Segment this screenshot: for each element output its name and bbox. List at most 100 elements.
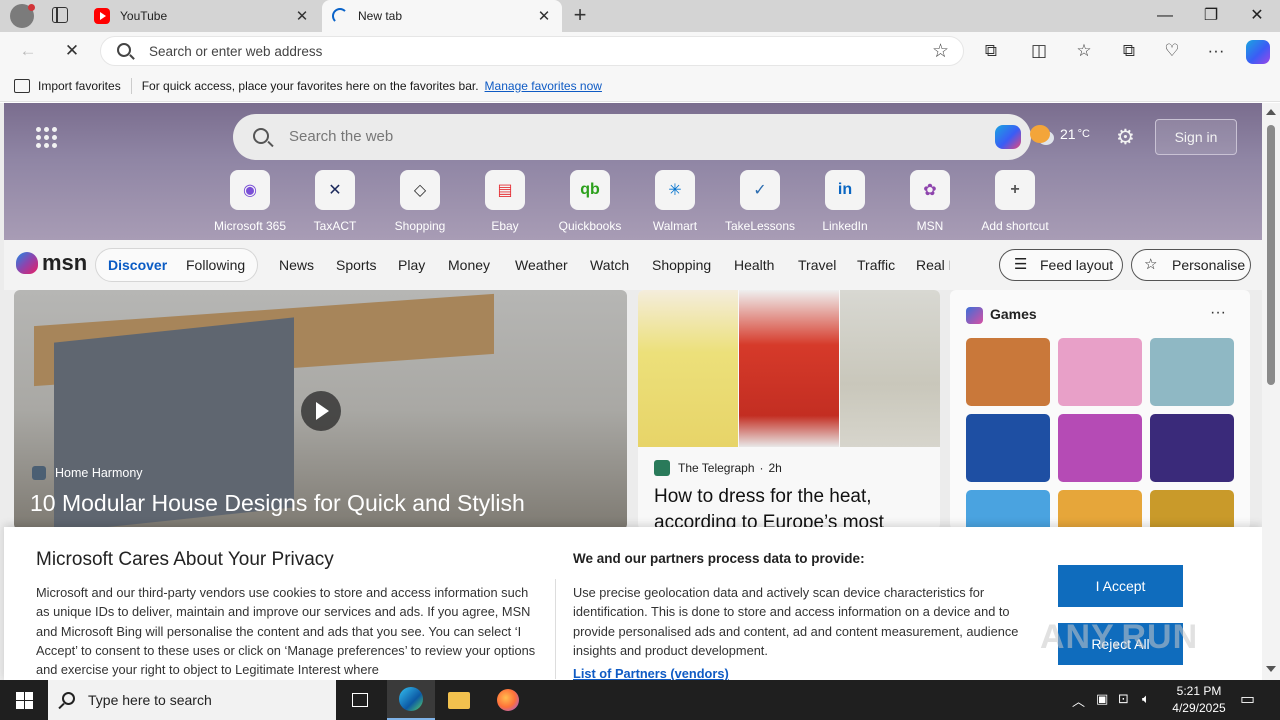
games-title[interactable]: Games (990, 306, 1037, 322)
more-menu-icon[interactable]: ··· (1202, 38, 1230, 64)
game-tile-bubble-shooter[interactable] (1150, 414, 1234, 482)
article-headline[interactable]: How to dress for the heat, according to … (654, 484, 934, 530)
hero-video-card[interactable]: Home Harmony 10 Modular House Designs fo… (14, 290, 627, 530)
import-favorites-button[interactable]: Import favorites (38, 79, 121, 93)
system-clock[interactable]: 5:21 PM 4/29/2025 (1166, 683, 1232, 717)
shortcut-linkedin[interactable]: in LinkedIn (805, 170, 885, 233)
sign-in-button[interactable]: Sign in (1155, 119, 1237, 155)
nav-play[interactable]: Play (398, 257, 425, 273)
clock-time: 5:21 PM (1176, 684, 1222, 698)
start-windows-icon[interactable] (0, 680, 48, 720)
volume-icon[interactable]: 🔈︎ (1142, 691, 1150, 707)
feed-layout-button[interactable]: ☰ Feed layout (999, 249, 1123, 281)
tab-following[interactable]: Following (186, 257, 245, 273)
notifications-icon[interactable]: ▭ (1240, 689, 1255, 709)
copilot-icon[interactable] (1246, 40, 1270, 64)
edge-taskbar-icon[interactable] (387, 680, 435, 720)
article-image-red-dress (739, 290, 839, 447)
address-bar[interactable]: ☆ (100, 36, 964, 66)
browser-essentials-icon[interactable]: ♡ (1158, 38, 1186, 64)
app-launcher-waffle-icon[interactable] (36, 127, 58, 149)
scroll-thumb[interactable] (1267, 125, 1275, 385)
search-icon (62, 692, 75, 705)
close-window-icon[interactable]: ✕ (1234, 0, 1280, 32)
more-options-icon[interactable]: ··· (1210, 304, 1226, 322)
shortcut-label: TakeLessons (724, 219, 796, 233)
nav-money[interactable]: Money (448, 257, 490, 273)
nav-travel[interactable]: Travel (798, 257, 836, 273)
shortcut-ebay[interactable]: ▤ Ebay (465, 170, 545, 233)
game-tile-blocks[interactable] (966, 414, 1050, 482)
nav-news[interactable]: News (279, 257, 314, 273)
hero-headline[interactable]: 10 Modular House Designs for Quick and S… (30, 490, 525, 517)
file-explorer-icon[interactable] (435, 680, 483, 720)
msn-logo[interactable]: msn (16, 250, 87, 276)
extensions-puzzle-icon[interactable]: ⧉ (977, 38, 1005, 64)
import-favorites-icon (14, 78, 30, 93)
device-icon[interactable]: ▣ (1096, 691, 1108, 707)
scroll-down-icon[interactable] (1266, 666, 1276, 672)
close-tab-icon[interactable]: ✕ (536, 7, 552, 25)
page-scrollbar[interactable] (1262, 103, 1280, 680)
tab-youtube[interactable]: YouTube ✕ (84, 0, 320, 32)
taskbar-search[interactable]: Type here to search (48, 680, 336, 720)
shortcut-takelessons[interactable]: ✓ TakeLessons (720, 170, 800, 233)
weather-widget[interactable]: 21 °C (1030, 125, 1090, 143)
tab-discover[interactable]: Discover (108, 257, 167, 273)
web-search-box[interactable]: Search the web (233, 114, 1031, 160)
favorites-icon[interactable]: ☆ (1070, 38, 1098, 64)
game-tile-3[interactable] (1150, 338, 1234, 406)
sliders-icon: ☰ (1014, 256, 1028, 273)
network-icon[interactable]: ⊡ (1118, 691, 1129, 707)
shortcut-walmart[interactable]: ✳ Walmart (635, 170, 715, 233)
hero-source-name: Home Harmony (55, 466, 143, 480)
stop-loading-icon[interactable]: ✕ (58, 38, 86, 64)
minimize-icon[interactable]: — (1142, 0, 1188, 32)
copilot-search-icon[interactable] (995, 125, 1021, 149)
game-tile-2[interactable] (1058, 338, 1142, 406)
divider (130, 77, 132, 94)
shortcut-quickbooks[interactable]: qb Quickbooks (550, 170, 630, 233)
manage-favorites-link[interactable]: Manage favorites now (485, 79, 602, 93)
partners-link[interactable]: List of Partners (vendors) (573, 666, 729, 681)
shortcut-shopping[interactable]: ◇ Shopping (380, 170, 460, 233)
nav-health[interactable]: Health (734, 257, 774, 273)
address-input[interactable] (149, 41, 909, 61)
restore-icon[interactable]: ❐ (1188, 0, 1234, 32)
msn-icon: ✿ (910, 170, 950, 210)
shortcut-label: Microsoft 365 (213, 219, 287, 233)
article-card[interactable]: The Telegraph · 2h How to dress for the … (638, 290, 940, 530)
scroll-up-icon[interactable] (1266, 109, 1276, 115)
firefox-icon[interactable] (484, 680, 532, 720)
shortcut-taxact[interactable]: ✕ TaxACT (295, 170, 375, 233)
msn-nav-bar: msn Discover Following News Sports Play … (4, 240, 1262, 290)
discover-following-toggle: Discover Following (95, 248, 258, 282)
favorite-star-icon[interactable]: ☆ (932, 40, 949, 63)
nav-weather[interactable]: Weather (515, 257, 568, 273)
nav-real-estate[interactable]: Real E (916, 257, 950, 273)
nav-traffic[interactable]: Traffic (857, 257, 895, 273)
nav-watch[interactable]: Watch (590, 257, 629, 273)
personalise-button[interactable]: ☆ Personalise (1131, 249, 1251, 281)
settings-gear-icon[interactable]: ⚙ (1116, 127, 1138, 149)
game-tile-makeup[interactable] (1058, 414, 1142, 482)
tab-actions-icon[interactable] (52, 6, 68, 23)
back-arrow-icon[interactable]: ← (14, 38, 42, 64)
tab-new-tab[interactable]: New tab ✕ (322, 0, 562, 32)
shortcut-add-shortcut[interactable]: + Add shortcut (975, 170, 1055, 233)
split-screen-icon[interactable]: ◫ (1025, 38, 1053, 64)
task-view-icon[interactable] (336, 680, 384, 720)
new-tab-plus-icon[interactable]: + (568, 4, 592, 28)
game-tile-1[interactable] (966, 338, 1050, 406)
shortcut-msn[interactable]: ✿ MSN (890, 170, 970, 233)
play-icon[interactable] (301, 391, 341, 431)
tray-chevron-up-icon[interactable]: ︿ (1072, 691, 1085, 710)
shortcut-label: MSN (916, 219, 944, 233)
close-tab-icon[interactable]: ✕ (294, 7, 310, 25)
nav-sports[interactable]: Sports (336, 257, 376, 273)
collections-icon[interactable]: ⧉ (1115, 38, 1143, 64)
shortcut-label: Ebay (491, 219, 519, 233)
shortcut-microsoft-365[interactable]: ◉ Microsoft 365 (210, 170, 290, 233)
accept-button[interactable]: I Accept (1058, 565, 1183, 607)
nav-shopping[interactable]: Shopping (652, 257, 711, 273)
